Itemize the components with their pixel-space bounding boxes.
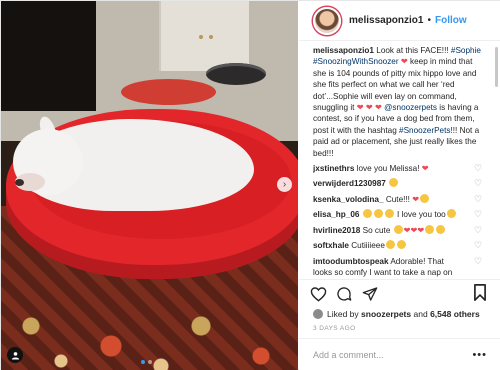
comment-row: imtoodumbtospeak Adorable! That looks so…	[313, 256, 483, 278]
comment-input[interactable]	[313, 350, 463, 360]
comment-username[interactable]: jxstinethrs	[313, 164, 354, 173]
comment-body: softxhale Cutiiiieee	[313, 240, 461, 251]
comment-text: love you Melissa!	[354, 164, 422, 174]
comment-row: hvirline2018 So cute ❤❤❤ ♡	[313, 224, 483, 236]
comment-like-heart-icon[interactable]: ♡	[473, 163, 483, 174]
comment-like-heart-icon[interactable]: ♡	[473, 178, 483, 189]
carousel-dot	[148, 360, 152, 364]
post-header: melissaponzio1 • Follow	[299, 1, 500, 41]
comment-username[interactable]: elisa_hp_06	[313, 210, 359, 219]
chevron-right-icon[interactable]: ›	[277, 177, 292, 192]
hashtag-link[interactable]: #Sophie	[451, 46, 481, 55]
comment-text: So cute	[360, 225, 393, 235]
carousel-dot-active	[141, 360, 145, 364]
share-icon[interactable]	[361, 285, 379, 303]
hashtag-link[interactable]: #SnoozerPets	[399, 126, 450, 135]
caption-username[interactable]: melissaponzio1	[313, 46, 374, 55]
comment-row: verwijderd1230987 ♡	[313, 178, 483, 189]
comment-body: elisa_hp_06 I love you too	[313, 209, 461, 220]
carousel-dots	[141, 360, 152, 364]
user-tag-icon[interactable]	[7, 347, 23, 363]
comments-list: melissaponzio1 Look at this FACE!!! #Sop…	[313, 45, 483, 277]
likes-summary: Liked by snoozerpets and 6,548 others	[313, 309, 498, 319]
user-silhouette-icon	[11, 351, 19, 360]
smiley-emoji	[373, 209, 383, 219]
comment-row: softxhale Cutiiiieee ♡	[313, 240, 483, 251]
red-heart-emoji: ❤	[412, 194, 420, 204]
action-bar	[299, 279, 500, 307]
header-username[interactable]: melissaponzio1	[349, 15, 423, 26]
photo-small-bed	[121, 79, 216, 105]
smiley-emoji	[396, 240, 406, 250]
comment-text: I love you too	[394, 210, 446, 220]
more-options-icon[interactable]: •••	[472, 349, 487, 361]
comment-body: verwijderd1230987	[313, 178, 461, 189]
comment-username[interactable]: softxhale	[313, 241, 349, 250]
comment-text	[386, 179, 388, 188]
comments-scrollbar[interactable]	[495, 47, 498, 87]
photo-dog-nose	[15, 179, 24, 186]
smiley-emoji	[425, 224, 435, 234]
cabinet-knob	[209, 35, 213, 39]
separator-dot: •	[427, 15, 431, 26]
comment-username[interactable]: ksenka_volodina_	[313, 195, 384, 204]
red-heart-emoji: ❤❤❤	[403, 225, 425, 235]
post-caption: melissaponzio1 Look at this FACE!!! #Sop…	[313, 45, 483, 159]
smiley-emoji	[420, 193, 430, 203]
likes-middle: and	[413, 309, 428, 319]
comment-icon[interactable]	[335, 285, 353, 303]
smiley-emoji	[384, 209, 394, 219]
comment-like-heart-icon[interactable]: ♡	[473, 194, 483, 205]
red-heart-emoji: ❤	[398, 57, 408, 67]
comment-like-heart-icon[interactable]: ♡	[473, 225, 483, 236]
comment-username[interactable]: hvirline2018	[313, 226, 360, 235]
post-side-panel: melissaponzio1 • Follow melissaponzio1 L…	[299, 1, 500, 370]
smiley-emoji	[389, 178, 399, 188]
comment-body: hvirline2018 So cute ❤❤❤	[313, 224, 461, 236]
smiley-emoji	[385, 240, 395, 250]
add-comment-bar: •••	[299, 338, 500, 370]
liker-username[interactable]: snoozerpets	[361, 309, 411, 319]
smiley-emoji	[393, 224, 403, 234]
caption-text: Look at this FACE!!!	[373, 46, 451, 55]
comment-text: Cute!!!	[383, 194, 413, 204]
comment-body: jxstinethrs love you Melissa! ❤	[313, 163, 461, 174]
photo-bowl	[206, 63, 266, 85]
hashtag-link[interactable]: #SnoozingWithSnoozer	[313, 57, 399, 66]
comment-body: ksenka_volodina_ Cute!!! ❤	[313, 193, 461, 205]
comment-username[interactable]: imtoodumbtospeak	[313, 257, 389, 266]
comment-text: Cutiiiieee	[348, 241, 385, 251]
cabinet-knob	[199, 35, 203, 39]
post-photo[interactable]: ›	[1, 1, 298, 370]
comment-body: imtoodumbtospeak Adorable! That looks so…	[313, 256, 461, 278]
comment-like-heart-icon[interactable]: ♡	[473, 209, 483, 220]
instagram-post: › melissaponzio1 • Follow melissaponzio1…	[0, 0, 500, 370]
comment-row: ksenka_volodina_ Cute!!! ❤ ♡	[313, 193, 483, 205]
comment-row: elisa_hp_06 I love you too ♡	[313, 209, 483, 220]
heart-icon[interactable]	[309, 285, 327, 303]
bookmark-icon[interactable]	[473, 284, 491, 302]
mention-link[interactable]: @snoozerpets	[384, 103, 437, 112]
comment-like-heart-icon[interactable]: ♡	[473, 240, 483, 251]
smiley-emoji	[446, 209, 456, 219]
comment-like-heart-icon[interactable]: ♡	[473, 256, 483, 267]
liker-avatar[interactable]	[313, 309, 323, 319]
photo-doorway	[1, 1, 96, 111]
comment-username[interactable]: verwijderd1230987	[313, 179, 386, 188]
smiley-emoji	[362, 209, 372, 219]
comment-row: jxstinethrs love you Melissa! ❤ ♡	[313, 163, 483, 174]
likes-count[interactable]: 6,548 others	[430, 309, 480, 319]
photo-cabinet	[159, 1, 249, 71]
post-timestamp[interactable]: 3 DAYS AGO	[313, 325, 356, 332]
avatar[interactable]	[313, 6, 341, 35]
red-heart-emoji: ❤	[421, 164, 429, 174]
smiley-emoji	[436, 224, 446, 234]
follow-button[interactable]: Follow	[435, 15, 467, 26]
likes-prefix: Liked by	[327, 309, 359, 319]
red-heart-emoji: ❤ ❤ ❤	[356, 103, 385, 113]
